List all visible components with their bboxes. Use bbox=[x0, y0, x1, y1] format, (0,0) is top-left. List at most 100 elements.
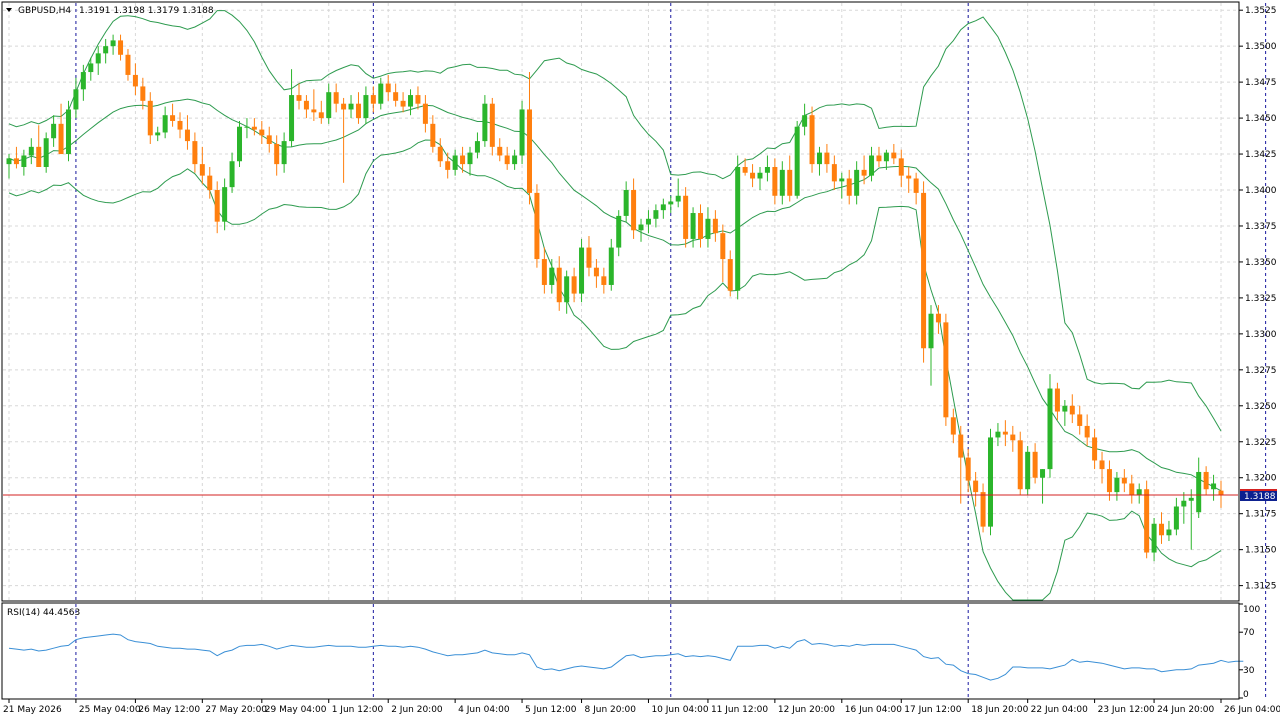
candle bbox=[266, 126, 272, 153]
candle bbox=[549, 259, 555, 294]
candle bbox=[534, 184, 540, 268]
candle-body bbox=[831, 164, 837, 182]
candle bbox=[750, 164, 756, 188]
candle-body bbox=[683, 195, 689, 239]
candle-body bbox=[28, 146, 34, 156]
candle bbox=[906, 166, 912, 193]
candle bbox=[1188, 489, 1194, 550]
bollinger-bands bbox=[8, 10, 1222, 601]
time-tick-label: 25 May 04:00 bbox=[79, 705, 141, 715]
price-tick-label: 1.3500 bbox=[1245, 42, 1277, 52]
candle-body bbox=[1114, 477, 1120, 493]
candle bbox=[564, 270, 570, 314]
candle bbox=[846, 169, 852, 205]
price-tick-label: 1.3425 bbox=[1245, 150, 1277, 160]
candle-body bbox=[816, 152, 822, 165]
candle bbox=[980, 483, 986, 533]
candle bbox=[73, 77, 79, 119]
candle-body bbox=[824, 152, 830, 165]
candle bbox=[735, 155, 741, 300]
candle-body bbox=[690, 213, 696, 239]
candle bbox=[437, 138, 443, 167]
price-tick-label: 1.3400 bbox=[1245, 186, 1277, 196]
candle bbox=[854, 161, 860, 205]
candle bbox=[898, 149, 904, 188]
rsi-tick-label: 70 bbox=[1243, 628, 1255, 638]
candle-body bbox=[898, 158, 904, 176]
time-tick-label: 26 May 12:00 bbox=[138, 705, 200, 715]
candle-body bbox=[1136, 489, 1142, 495]
candle bbox=[928, 305, 934, 386]
candle bbox=[43, 132, 49, 173]
candle-body bbox=[460, 155, 466, 165]
candle-body bbox=[408, 95, 414, 107]
candle-body bbox=[869, 155, 875, 176]
price-tick-label: 1.3300 bbox=[1245, 330, 1277, 340]
candle-body bbox=[251, 126, 257, 130]
time-tick-label: 2 Jun 20:00 bbox=[391, 705, 443, 715]
candle-body bbox=[1203, 471, 1209, 490]
candle-body bbox=[571, 276, 577, 294]
candle bbox=[987, 428, 993, 536]
ohlc-label: 1.3191 1.3198 1.3179 1.3188 bbox=[79, 6, 214, 16]
time-tick-label: 17 Jun 12:00 bbox=[904, 705, 961, 715]
candle bbox=[794, 120, 800, 199]
candle bbox=[482, 95, 488, 147]
candle-body bbox=[1166, 529, 1172, 536]
candle bbox=[489, 97, 495, 156]
candle bbox=[579, 238, 585, 303]
candle-body bbox=[103, 46, 109, 54]
candle-body bbox=[474, 141, 480, 153]
candle-body bbox=[303, 100, 309, 110]
bid-price-label: 1.3188 bbox=[1244, 492, 1276, 502]
candle-body bbox=[36, 146, 42, 167]
candle-body bbox=[705, 218, 711, 239]
candle-body bbox=[727, 259, 733, 291]
candle bbox=[653, 204, 659, 228]
candle bbox=[1136, 483, 1142, 504]
candle-body bbox=[839, 178, 845, 182]
candle-body bbox=[1084, 425, 1090, 438]
candle-body bbox=[698, 213, 704, 239]
candle bbox=[809, 106, 815, 173]
candle-body bbox=[65, 109, 71, 155]
candle bbox=[921, 181, 927, 363]
price-tick-label: 1.3250 bbox=[1245, 402, 1277, 412]
candle bbox=[430, 115, 436, 153]
candle bbox=[623, 181, 629, 222]
candle-body bbox=[110, 40, 116, 47]
candle-body bbox=[1032, 451, 1038, 478]
candle bbox=[720, 224, 726, 283]
rsi-tick-label: 0 bbox=[1243, 690, 1249, 700]
candle-body bbox=[118, 40, 124, 55]
candle-body bbox=[51, 123, 57, 139]
candle bbox=[757, 166, 763, 191]
time-tick-label: 22 Jun 04:00 bbox=[1031, 705, 1088, 715]
candle bbox=[638, 218, 644, 242]
candle-body bbox=[1002, 431, 1008, 435]
candle-body bbox=[779, 169, 785, 196]
candle-body bbox=[750, 172, 756, 179]
candle-body bbox=[854, 169, 860, 196]
candle bbox=[6, 154, 12, 179]
candle-body bbox=[311, 109, 317, 113]
candle bbox=[296, 83, 302, 110]
candle bbox=[1017, 431, 1023, 495]
candle-body bbox=[541, 259, 547, 285]
candle-body bbox=[764, 166, 770, 173]
candle-body bbox=[623, 190, 629, 216]
candle bbox=[1025, 446, 1031, 495]
candle-body bbox=[192, 141, 198, 165]
candle bbox=[125, 49, 131, 81]
candle-body bbox=[333, 92, 339, 104]
candle-body bbox=[326, 92, 332, 119]
candle-body bbox=[1218, 490, 1224, 495]
time-tick-label: 8 Jun 20:00 bbox=[585, 705, 637, 715]
candle bbox=[1121, 469, 1127, 493]
candle bbox=[1040, 469, 1046, 504]
candle bbox=[318, 100, 324, 124]
candle-body bbox=[1129, 483, 1135, 495]
candle-body bbox=[437, 146, 443, 162]
candle bbox=[1196, 457, 1202, 519]
candle bbox=[467, 146, 473, 176]
